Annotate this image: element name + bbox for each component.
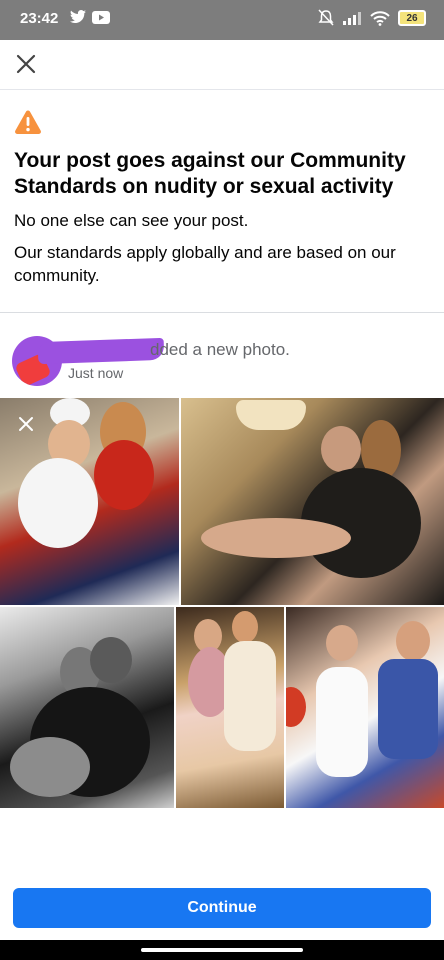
status-notifications (70, 10, 110, 24)
post-action-text: dded a new photo. (150, 340, 290, 359)
status-bar: 23:42 26 (0, 0, 444, 40)
photo-grid (0, 398, 444, 808)
continue-label: Continue (187, 899, 257, 916)
remove-photo-button[interactable] (14, 412, 38, 436)
wifi-icon (370, 10, 390, 26)
post-photo (181, 398, 444, 605)
close-icon (19, 417, 33, 431)
post-photo (0, 398, 179, 605)
post-photo (286, 607, 444, 808)
visibility-notice: No one else can see your post. (14, 211, 249, 230)
dialog-topbar (0, 40, 444, 90)
warning-icon (15, 110, 41, 134)
youtube-icon (92, 10, 110, 24)
continue-button[interactable]: Continue (13, 888, 431, 928)
signal-icon (343, 12, 361, 25)
mute-icon (318, 9, 334, 26)
redacted-name (37, 337, 165, 365)
home-indicator[interactable] (141, 948, 303, 952)
status-time: 23:42 (20, 10, 59, 27)
standards-notice: Our standards apply globally and are bas… (14, 243, 396, 285)
dialog-title: Your post goes against our Community Sta… (14, 149, 406, 198)
battery-level: 26 (406, 12, 418, 24)
close-icon (16, 54, 36, 74)
divider (0, 312, 444, 313)
twitter-icon (70, 10, 86, 23)
post-photo (0, 607, 174, 808)
post-timestamp: Just now (68, 365, 124, 381)
post-photo (176, 607, 284, 808)
status-system-icons: 26 (318, 9, 426, 27)
system-nav-bar (0, 940, 444, 960)
post-header: dded a new photo. Just now (0, 320, 444, 390)
close-button[interactable] (12, 50, 40, 78)
battery-icon: 26 (398, 10, 426, 26)
